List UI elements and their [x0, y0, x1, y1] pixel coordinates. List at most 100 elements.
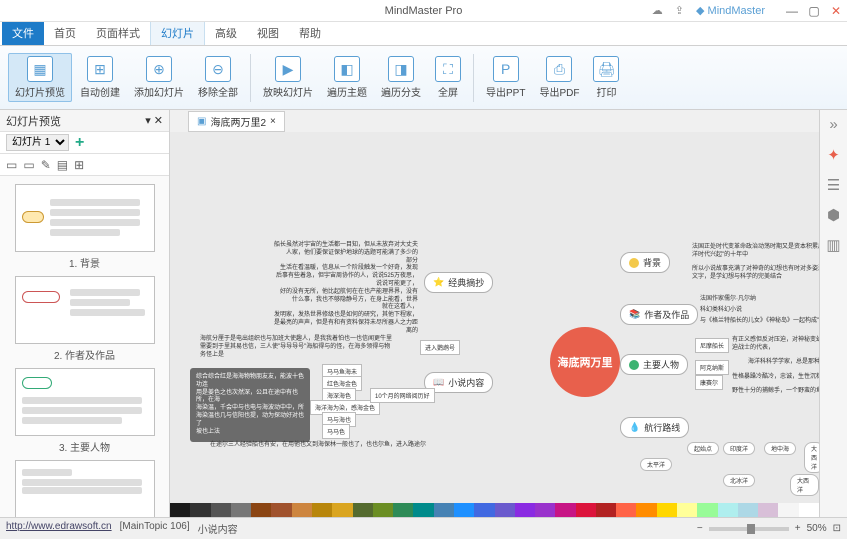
color-swatch[interactable]: [657, 503, 677, 517]
menu-advanced[interactable]: 高级: [205, 21, 247, 45]
zoom-in-icon[interactable]: +: [795, 523, 801, 534]
maximize-button[interactable]: ▢: [807, 4, 821, 18]
route-pacific[interactable]: 太平洋: [640, 458, 672, 471]
color-swatch[interactable]: [271, 503, 291, 517]
color-swatch[interactable]: [353, 503, 373, 517]
ribbon-play[interactable]: ▶放映幻灯片: [257, 54, 319, 101]
node-author[interactable]: 📚作者及作品: [620, 304, 698, 325]
color-swatch[interactable]: [799, 503, 819, 517]
person-akenas[interactable]: 阿克纳斯: [695, 360, 729, 375]
route-start[interactable]: 起始点: [687, 442, 719, 455]
enter-node[interactable]: 进入鹦鹉号: [420, 340, 460, 355]
node-excerpt[interactable]: ⭐经典摘抄: [424, 272, 493, 293]
mindmap-canvas[interactable]: 海底两万里 ⭐经典摘抄 📖小说内容 背景 📚作者及作品 主要人物 💧航行路线 法…: [170, 132, 819, 503]
close-button[interactable]: ✕: [829, 4, 843, 18]
zoom-slider[interactable]: [709, 527, 789, 531]
color-swatch[interactable]: [393, 503, 413, 517]
ribbon-remove-all[interactable]: ⊖移除全部: [192, 54, 244, 101]
thumb-1[interactable]: 1. 背景: [8, 184, 161, 270]
color-palette[interactable]: [170, 503, 819, 517]
color-swatch[interactable]: [576, 503, 596, 517]
doc-tab[interactable]: ▣ 海底两万里2 ×: [188, 111, 285, 132]
color-swatch[interactable]: [434, 503, 454, 517]
route-atl[interactable]: 大西洋: [804, 442, 819, 473]
panel-menu-icon[interactable]: ▾ ✕: [145, 114, 163, 127]
minimize-button[interactable]: —: [785, 4, 799, 18]
ribbon-export-ppt[interactable]: P导出PPT: [480, 54, 531, 101]
ribbon-auto-create[interactable]: ⊞自动创建: [74, 54, 126, 101]
route-med[interactable]: 地中海: [764, 442, 796, 455]
ribbon-export-pdf[interactable]: ⎙导出PDF: [533, 54, 585, 101]
node-people[interactable]: 主要人物: [620, 354, 688, 375]
ribbon-fullscreen[interactable]: ⛶全屏: [429, 54, 467, 101]
list-icon[interactable]: ☰: [825, 176, 843, 194]
color-swatch[interactable]: [332, 503, 352, 517]
tool-5[interactable]: ⊞: [74, 158, 84, 172]
color-swatch[interactable]: [636, 503, 656, 517]
tool-3[interactable]: ✎: [41, 158, 51, 172]
node-route[interactable]: 💧航行路线: [620, 417, 689, 438]
route-indian[interactable]: 印度洋: [723, 442, 755, 455]
color-swatch[interactable]: [555, 503, 575, 517]
menu-file[interactable]: 文件: [2, 21, 44, 45]
person-nimo[interactable]: 尼摩船长: [695, 338, 729, 353]
calendar-icon[interactable]: ▥: [825, 236, 843, 254]
color-swatch[interactable]: [413, 503, 433, 517]
tool-1[interactable]: ▭: [6, 158, 17, 172]
color-swatch[interactable]: [616, 503, 636, 517]
ribbon-add-slide[interactable]: ⊕添加幻灯片: [128, 54, 190, 101]
ribbon-print[interactable]: 🖨打印: [587, 54, 625, 101]
color-swatch[interactable]: [535, 503, 555, 517]
color-swatch[interactable]: [373, 503, 393, 517]
tool-4[interactable]: ▤: [57, 158, 68, 172]
cloud-icon[interactable]: ☁: [652, 4, 663, 17]
menu-view[interactable]: 视图: [247, 21, 289, 45]
color-swatch[interactable]: [778, 503, 798, 517]
color-swatch[interactable]: [312, 503, 332, 517]
share-icon[interactable]: ⇪: [675, 4, 684, 17]
center-topic[interactable]: 海底两万里: [550, 327, 620, 397]
color-swatch[interactable]: [495, 503, 515, 517]
status-url[interactable]: http://www.edrawsoft.cn: [6, 521, 112, 536]
zoom-thumb[interactable]: [747, 524, 755, 534]
magic-icon[interactable]: ✦: [825, 146, 843, 164]
fit-icon[interactable]: ⊡: [833, 523, 841, 534]
center-10mo[interactable]: 10个月的网络阅历好: [370, 388, 435, 403]
tool-2[interactable]: ▭: [23, 158, 34, 172]
zoom-out-icon[interactable]: −: [697, 523, 703, 534]
thumb-3[interactable]: 3. 主要人物: [8, 368, 161, 454]
color-swatch[interactable]: [231, 503, 251, 517]
color-swatch[interactable]: [697, 503, 717, 517]
menu-slideshow[interactable]: 幻灯片: [150, 20, 205, 45]
route-arctic[interactable]: 北冰洋: [723, 474, 755, 487]
color-swatch[interactable]: [758, 503, 778, 517]
brand-link[interactable]: ◆ MindMaster: [696, 4, 765, 17]
color-swatch[interactable]: [170, 503, 190, 517]
menu-page-style[interactable]: 页面样式: [86, 21, 150, 45]
color-swatch[interactable]: [515, 503, 535, 517]
add-slide-plus[interactable]: +: [75, 134, 84, 152]
color-swatch[interactable]: [474, 503, 494, 517]
color-swatch[interactable]: [454, 503, 474, 517]
color-swatch[interactable]: [738, 503, 758, 517]
color-swatch[interactable]: [718, 503, 738, 517]
color-swatch[interactable]: [251, 503, 271, 517]
node-bg[interactable]: 背景: [620, 252, 670, 273]
color-swatch[interactable]: [677, 503, 697, 517]
home-icon[interactable]: ⬢: [825, 206, 843, 224]
close-tab-icon[interactable]: ×: [270, 116, 276, 127]
ribbon-traverse-branch[interactable]: ◨遍历分支: [375, 54, 427, 101]
route-atl2[interactable]: 大西洋: [790, 474, 819, 496]
color-swatch[interactable]: [211, 503, 231, 517]
ribbon-preview[interactable]: ▦幻灯片预览: [8, 53, 72, 102]
menu-help[interactable]: 帮助: [289, 21, 331, 45]
thumb-2[interactable]: 2. 作者及作品: [8, 276, 161, 362]
sea6[interactable]: 马马色: [322, 424, 350, 439]
color-swatch[interactable]: [596, 503, 616, 517]
ribbon-traverse-topic[interactable]: ◧遍历主题: [321, 54, 373, 101]
color-swatch[interactable]: [190, 503, 210, 517]
sidebar-collapse-icon[interactable]: »: [825, 116, 843, 134]
slide-dropdown[interactable]: 幻灯片 1: [6, 134, 69, 151]
color-swatch[interactable]: [292, 503, 312, 517]
menu-home[interactable]: 首页: [44, 21, 86, 45]
